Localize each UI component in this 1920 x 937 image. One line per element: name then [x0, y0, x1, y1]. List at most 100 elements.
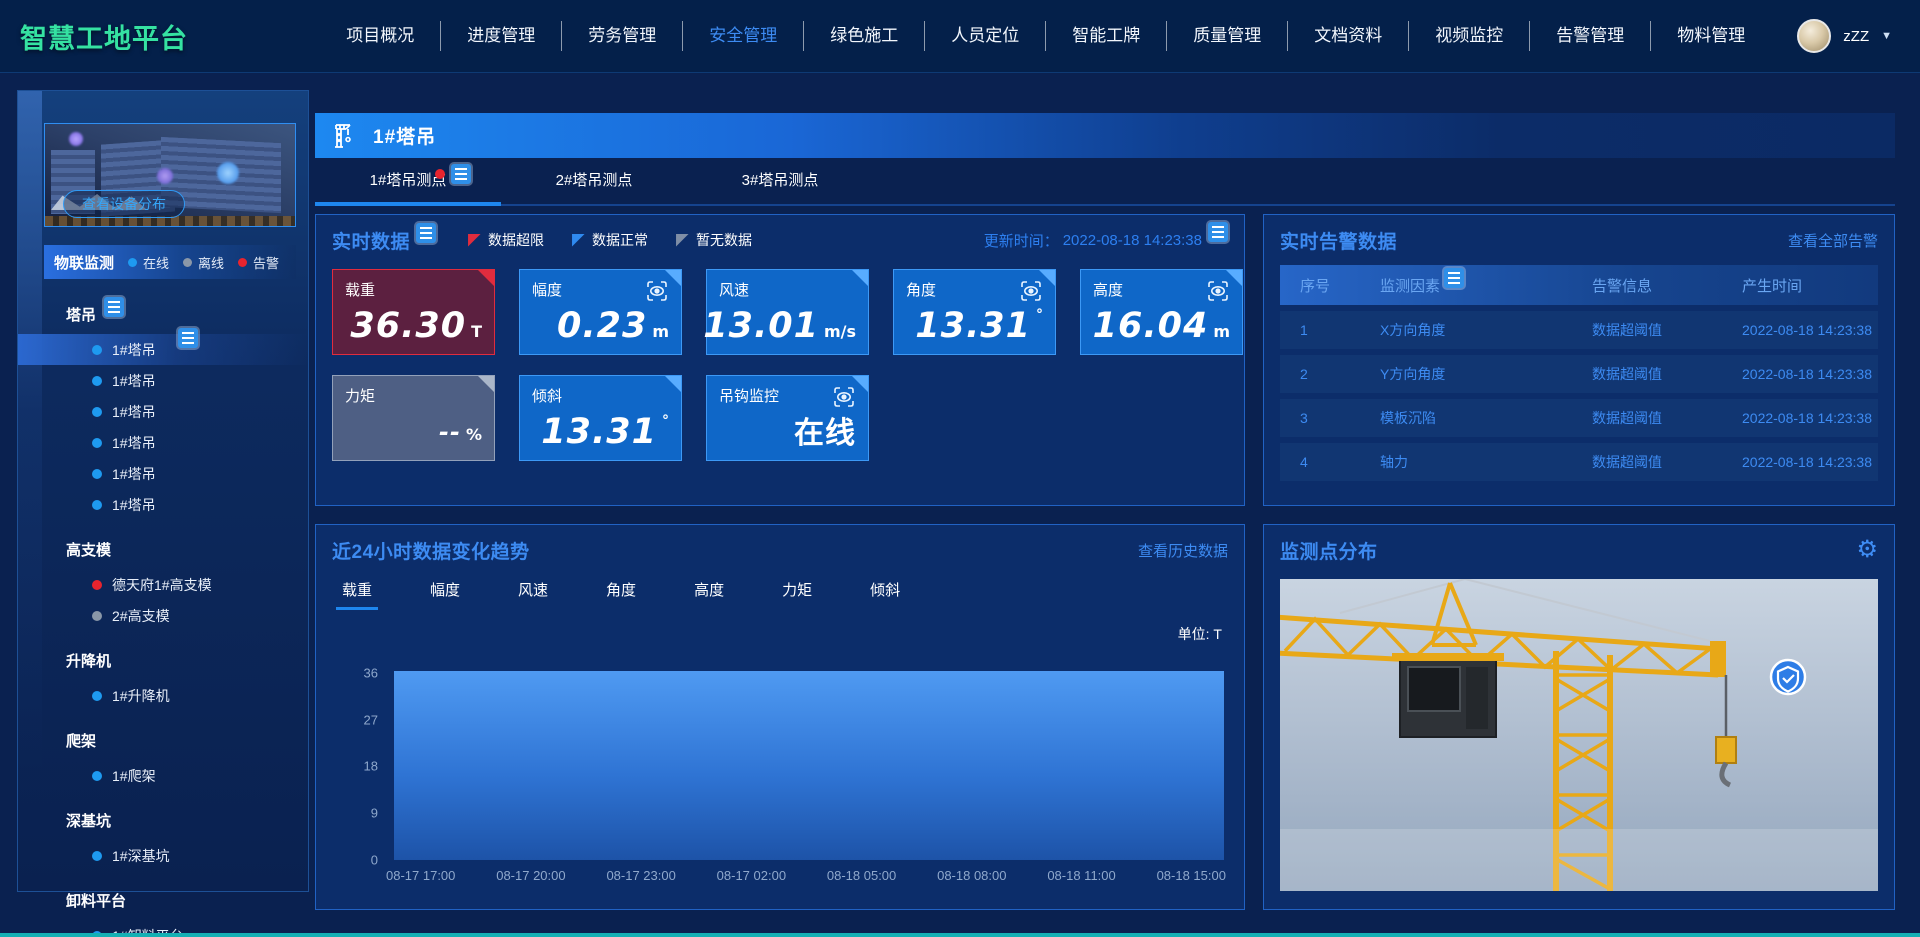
tree-group-label[interactable]: 深基坑 [18, 801, 308, 840]
eye-monitor-icon[interactable] [1206, 279, 1230, 303]
status-dot [92, 850, 102, 861]
status-dot [92, 499, 102, 510]
trend-tab-wind[interactable]: 风速 [518, 579, 548, 610]
view-history-link[interactable]: 查看历史数据 [1138, 540, 1228, 561]
trend-tab-height[interactable]: 高度 [694, 579, 724, 610]
list-icon [178, 328, 198, 348]
tower-crane-icon [335, 123, 351, 148]
tree-item-hoist-1[interactable]: 1#升降机 [18, 680, 308, 711]
trend-tab-load[interactable]: 载重 [335, 579, 379, 610]
eye-monitor-icon[interactable] [645, 279, 669, 303]
eye-monitor-icon[interactable] [832, 385, 856, 409]
nav-item-material[interactable]: 物料管理 [1651, 21, 1771, 51]
nav-item-documents[interactable]: 文档资料 [1288, 21, 1410, 51]
alert-row: 3 模板沉陷 数据超阈值 2022-08-18 14:23:38 [1280, 399, 1878, 437]
list-icon [416, 223, 437, 243]
status-dot [92, 437, 102, 448]
view-device-distribution-button[interactable]: 查看设备分布 [63, 190, 185, 218]
tree-item-tower-crane-1[interactable]: 1#塔吊 [18, 328, 308, 365]
card-tilt: 倾斜 13.31 ° [519, 375, 682, 461]
trend-metric-tabs: 载重 幅度 风速 角度 高度 力矩 倾斜 [316, 575, 1244, 610]
status-dot [92, 375, 102, 386]
user-menu[interactable]: zZZ ▼ [1797, 19, 1892, 53]
chart-unit-label: 单位: T [1177, 626, 1222, 642]
iot-monitor-title: 物联监测 [54, 254, 115, 272]
sensor-cards: 载重 36.30 T 幅度 0.23 m 风速 13.01 m/s 角度 13.… [316, 265, 1244, 461]
nav-item-green-construction[interactable]: 绿色施工 [804, 21, 926, 51]
tree-group-label[interactable]: 卸料平台 [18, 881, 308, 920]
tree-item-formwork-2[interactable]: 2#高支模 [18, 600, 308, 631]
tree-group-deep-pit: 深基坑 1#深基坑 [18, 801, 308, 871]
device-marker-glow [217, 162, 239, 184]
device-tree: 塔吊 1#塔吊 1#塔吊 1#塔吊 1#塔吊 1#塔吊 1#塔吊 高支模 德天府… [18, 295, 308, 937]
trend-tab-amplitude[interactable]: 幅度 [430, 579, 460, 610]
tab-measure-point-2[interactable]: 2#塔吊测点 [501, 158, 687, 204]
nav-item-smart-badge[interactable]: 智能工牌 [1046, 21, 1168, 51]
tree-item-deep-pit-1[interactable]: 1#深基坑 [18, 840, 308, 871]
tab-measure-point-1[interactable]: 1#塔吊测点 [315, 158, 501, 206]
card-angle: 角度 13.31 ° [893, 269, 1056, 355]
legend-offline: 离线 [183, 253, 224, 272]
trend-tab-angle[interactable]: 角度 [606, 579, 636, 610]
tree-group-label[interactable]: 高支模 [18, 530, 308, 569]
red-flag-icon [468, 233, 482, 247]
monitor-point-distribution-panel: 监测点分布 ⚙ [1263, 524, 1895, 910]
plot-area [394, 652, 1224, 860]
card-load-weight: 载重 36.30 T [332, 269, 495, 355]
legend-alarm: 告警 [238, 253, 279, 272]
tab-measure-point-3[interactable]: 3#塔吊测点 [687, 158, 873, 204]
list-icon [1444, 268, 1465, 288]
card-hook-monitor: 吊钩监控 在线 [706, 375, 869, 461]
update-time: 更新时间： 2022-08-18 14:23:38 [984, 222, 1228, 251]
trend-tab-torque[interactable]: 力矩 [782, 579, 812, 610]
device-header: 1#塔吊 [315, 113, 1895, 158]
card-wind-speed: 风速 13.01 m/s [703, 269, 869, 355]
legend-normal: 数据正常 [572, 230, 648, 250]
nav-item-personnel-location[interactable]: 人员定位 [925, 21, 1047, 51]
card-amplitude: 幅度 0.23 m [519, 269, 682, 355]
status-dot [92, 610, 102, 621]
tree-item-tower-crane-2[interactable]: 1#塔吊 [18, 365, 308, 396]
distribution-panel-title: 监测点分布 [1280, 541, 1378, 563]
tree-item-tower-crane-5[interactable]: 1#塔吊 [18, 458, 308, 489]
chevron-down-icon[interactable]: ▼ [1881, 30, 1892, 42]
tree-item-formwork-1[interactable]: 德天府1#高支模 [18, 569, 308, 600]
main-content: 1#塔吊 1#塔吊测点 2#塔吊测点 3#塔吊测点 实时数据 数据超限 数据正常… [315, 113, 1895, 910]
tree-item-tower-crane-4[interactable]: 1#塔吊 [18, 427, 308, 458]
card-torque: 力矩 --% [332, 375, 495, 461]
status-dot [92, 690, 102, 701]
status-dot [92, 770, 102, 781]
nav-item-progress[interactable]: 进度管理 [441, 21, 563, 51]
tree-item-tower-crane-3[interactable]: 1#塔吊 [18, 396, 308, 427]
trend-panel-title: 近24小时数据变化趋势 [332, 541, 530, 563]
nav-item-quality[interactable]: 质量管理 [1167, 21, 1289, 51]
gray-flag-icon [676, 233, 690, 247]
view-all-alerts-link[interactable]: 查看全部告警 [1788, 230, 1878, 251]
gear-icon[interactable]: ⚙ [1856, 538, 1878, 562]
nav-item-project-overview[interactable]: 项目概况 [320, 21, 442, 51]
device-title: 1#塔吊 [373, 127, 437, 148]
tree-group-tower-crane: 塔吊 1#塔吊 1#塔吊 1#塔吊 1#塔吊 1#塔吊 1#塔吊 [18, 295, 308, 520]
alarm-dot [435, 169, 445, 179]
site-3d-preview: 查看设备分布 [44, 123, 296, 227]
tree-group-label[interactable]: 爬架 [18, 721, 308, 760]
list-icon [104, 297, 124, 317]
realtime-panel-title: 实时数据 [332, 231, 411, 253]
nav-item-alarm-mgmt[interactable]: 告警管理 [1530, 21, 1652, 51]
trend-tab-tilt[interactable]: 倾斜 [870, 579, 900, 610]
nav-item-safety[interactable]: 安全管理 [683, 21, 805, 51]
eye-monitor-icon[interactable] [1019, 279, 1043, 303]
tree-item-tower-crane-6[interactable]: 1#塔吊 [18, 489, 308, 520]
alert-row: 1 X方向角度 数据超阈值 2022-08-18 14:23:38 [1280, 311, 1878, 349]
nav-item-labor[interactable]: 劳务管理 [562, 21, 684, 51]
nav-item-video-monitor[interactable]: 视频监控 [1409, 21, 1531, 51]
shield-badge-icon [1769, 658, 1807, 696]
tree-group-label[interactable]: 升降机 [18, 641, 308, 680]
avatar[interactable] [1797, 19, 1832, 53]
smart-site-dashboard: 智慧工地平台 项目概况 进度管理 劳务管理 安全管理 绿色施工 人员定位 智能工… [0, 0, 1920, 937]
tree-item-climbing-frame-1[interactable]: 1#爬架 [18, 760, 308, 791]
trend-chart: 36 27 18 9 0 [332, 652, 1234, 868]
tree-group-label[interactable]: 塔吊 [18, 295, 308, 334]
status-dot [92, 406, 102, 417]
crane-cab [1392, 653, 1504, 738]
